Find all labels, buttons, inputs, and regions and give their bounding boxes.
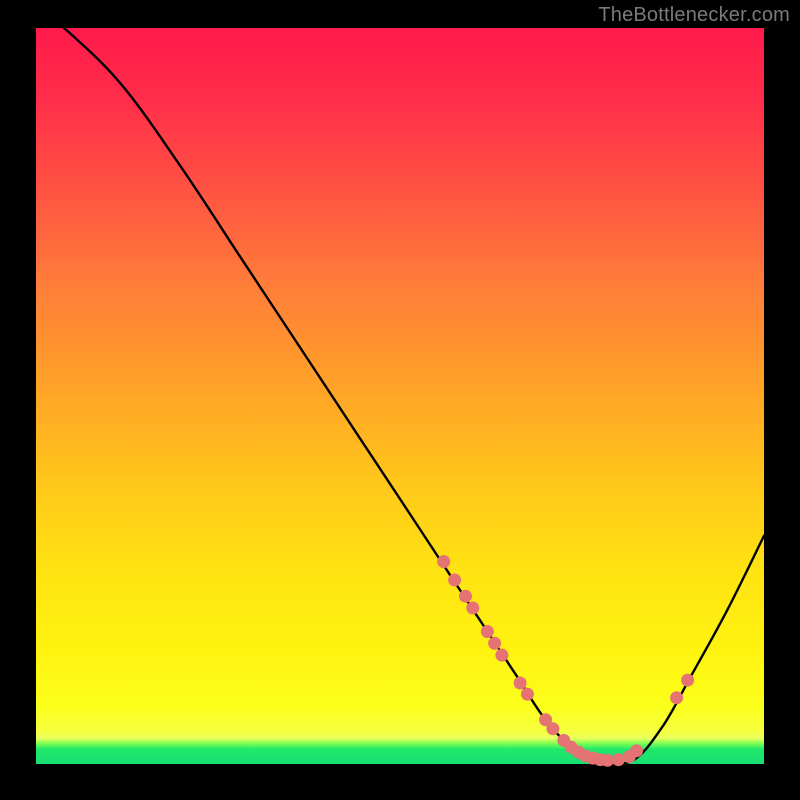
curve-marker [514, 677, 527, 690]
curve-marker [546, 722, 559, 735]
curve-marker [630, 744, 643, 757]
curve-marker [459, 590, 472, 603]
curve-marker [466, 602, 479, 615]
curve-marker [681, 674, 694, 687]
curve-marker [481, 625, 494, 638]
plot-area [36, 28, 764, 764]
bottleneck-curve [36, 6, 764, 764]
curve-layer [36, 28, 764, 764]
chart-frame: TheBottlenecker.com [0, 0, 800, 800]
curve-marker [670, 691, 683, 704]
attribution-label: TheBottlenecker.com [598, 4, 790, 27]
curve-marker [495, 649, 508, 662]
curve-marker [488, 637, 501, 650]
curve-marker [437, 555, 450, 568]
curve-marker [448, 574, 461, 587]
curve-marker [521, 688, 534, 701]
curve-marker [612, 753, 625, 766]
